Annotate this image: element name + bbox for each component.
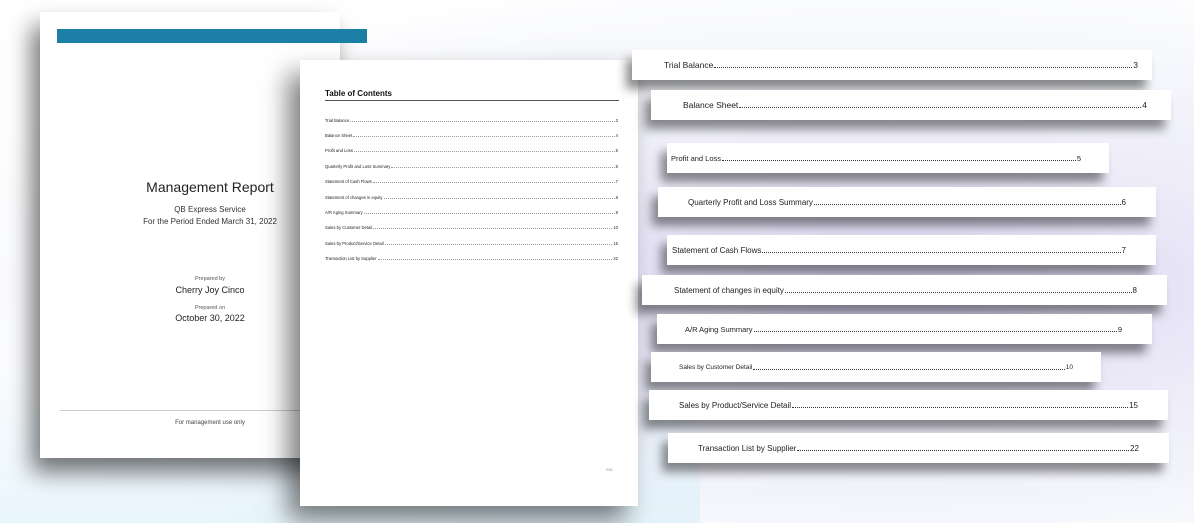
toc-entry-leader bbox=[372, 179, 615, 183]
toc-entry-label: Trial Balance bbox=[325, 118, 350, 123]
toc-heading: Table of Contents bbox=[325, 89, 392, 98]
toc-entry-label: Transaction List by Supplier bbox=[325, 256, 377, 261]
toc-zoom-leader bbox=[797, 445, 1130, 451]
toc-zoom-leader bbox=[762, 247, 1121, 253]
toc-zoom-leader bbox=[792, 402, 1129, 408]
toc-page: Table of Contents Trial Balance 3 Balance … bbox=[300, 60, 638, 506]
toc-zoom-label: Balance Sheet bbox=[683, 100, 739, 110]
toc-entry-page: 22 bbox=[613, 256, 618, 261]
toc-zoom-leader bbox=[784, 287, 1132, 293]
toc-zoom-strip: Trial Balance 3 bbox=[632, 50, 1152, 80]
toc-entry-label: Sales by Customer Detail bbox=[325, 225, 373, 230]
toc-entry: Sales by Customer Detail 10 bbox=[325, 225, 618, 230]
toc-zoom-label: Statement of changes in equity bbox=[674, 285, 784, 295]
toc-entry-page: 7 bbox=[615, 179, 618, 184]
toc-entry-leader bbox=[384, 241, 613, 245]
toc-zoom-page: 4 bbox=[1142, 100, 1147, 110]
toc-zoom-label: Quarterly Profit and Loss Summary bbox=[688, 197, 813, 207]
toc-zoom-leader bbox=[722, 155, 1076, 161]
toc-entry-label: Statement of changes in equity bbox=[325, 195, 383, 200]
toc-zoom-page: 8 bbox=[1132, 285, 1137, 295]
toc-entry: Quarterly Profit and Loss Summary 6 bbox=[325, 164, 618, 169]
toc-zoom-page: 10 bbox=[1065, 363, 1073, 371]
toc-entry-leader bbox=[363, 210, 615, 214]
toc-zoom-label: Sales by Customer Detail bbox=[679, 363, 753, 371]
toc-entry-page: 3 bbox=[615, 118, 618, 123]
toc-zoom-label: A/R Aging Summary bbox=[685, 324, 753, 334]
toc-zoom-page: 22 bbox=[1130, 443, 1139, 453]
toc-zoom-page: 15 bbox=[1129, 400, 1138, 410]
toc-entry: Statement of changes in equity 8 bbox=[325, 195, 618, 200]
toc-entry-label: Profit and Loss bbox=[325, 148, 353, 153]
toc-entry-leader bbox=[353, 148, 615, 152]
toc-zoom-strip: Quarterly Profit and Loss Summary 6 bbox=[658, 187, 1156, 217]
toc-entry-leader bbox=[377, 256, 613, 260]
toc-zoom-label: Sales by Product/Service Detail bbox=[679, 400, 792, 410]
toc-entry-page: 8 bbox=[615, 195, 618, 200]
toc-zoom-leader bbox=[739, 102, 1142, 108]
toc-entry-leader bbox=[353, 133, 615, 137]
cover-page: Management Report QB Express Service For… bbox=[40, 12, 367, 458]
toc-entry-label: Sales by Product/Service Detail bbox=[325, 241, 384, 246]
toc-entry-page: 5 bbox=[615, 148, 618, 153]
toc-entry: A/R Aging Summary 9 bbox=[325, 210, 618, 215]
toc-entry-leader bbox=[383, 195, 615, 199]
toc-heading-rule bbox=[325, 100, 619, 101]
toc-zoom-page: 5 bbox=[1076, 153, 1081, 163]
toc-entry: Sales by Product/Service Detail 15 bbox=[325, 241, 618, 246]
toc-zoom-leader bbox=[753, 364, 1065, 370]
toc-zoom-page: 3 bbox=[1133, 60, 1138, 70]
toc-zoom-strip: Sales by Product/Service Detail 15 bbox=[649, 390, 1168, 420]
cover-accent-bar bbox=[57, 29, 367, 43]
toc-zoom-strip: Profit and Loss 5 bbox=[667, 143, 1109, 173]
toc-entry: Transaction List by Supplier 22 bbox=[325, 256, 618, 261]
toc-zoom-strip: Statement of changes in equity 8 bbox=[642, 275, 1167, 305]
toc-entry-label: A/R Aging Summary bbox=[325, 210, 363, 215]
toc-entry-label: Statement of Cash Flows bbox=[325, 179, 372, 184]
toc-zoom-page: 9 bbox=[1117, 324, 1122, 334]
toc-entry-leader bbox=[350, 118, 615, 122]
toc-zoom-label: Statement of Cash Flows bbox=[672, 245, 762, 255]
toc-entry: Trial Balance 3 bbox=[325, 118, 618, 123]
toc-entry-label: Balance Sheet bbox=[325, 133, 353, 138]
toc-zoom-leader bbox=[714, 62, 1133, 68]
toc-zoom-page: 6 bbox=[1121, 197, 1126, 207]
toc-entry-page: 4 bbox=[615, 133, 618, 138]
toc-page-number: 2/31 bbox=[606, 468, 613, 472]
toc-entry: Statement of Cash Flows 7 bbox=[325, 179, 618, 184]
toc-zoom-strip: Balance Sheet 4 bbox=[651, 90, 1171, 120]
toc-entry-label: Quarterly Profit and Loss Summary bbox=[325, 164, 391, 169]
toc-zoom-label: Profit and Loss bbox=[671, 153, 722, 163]
toc-entry: Profit and Loss 5 bbox=[325, 148, 618, 153]
toc-entry-page: 10 bbox=[613, 225, 618, 230]
toc-zoom-page: 7 bbox=[1121, 245, 1126, 255]
toc-entry-page: 15 bbox=[613, 241, 618, 246]
toc-entry-page: 9 bbox=[615, 210, 618, 215]
toc-entry-page: 6 bbox=[615, 164, 618, 169]
toc-entry-leader bbox=[391, 164, 615, 168]
toc-zoom-leader bbox=[753, 326, 1117, 332]
toc-zoom-label: Trial Balance bbox=[664, 60, 714, 70]
toc-entry-leader bbox=[373, 225, 613, 229]
toc-zoom-label: Transaction List by Supplier bbox=[698, 443, 797, 453]
toc-entry: Balance Sheet 4 bbox=[325, 133, 618, 138]
toc-zoom-leader bbox=[813, 199, 1121, 205]
toc-zoom-strip: A/R Aging Summary 9 bbox=[657, 314, 1152, 344]
toc-zoom-strip: Statement of Cash Flows 7 bbox=[667, 235, 1156, 265]
toc-zoom-strip: Transaction List by Supplier 22 bbox=[668, 433, 1169, 463]
toc-zoom-strip: Sales by Customer Detail 10 bbox=[651, 352, 1101, 382]
